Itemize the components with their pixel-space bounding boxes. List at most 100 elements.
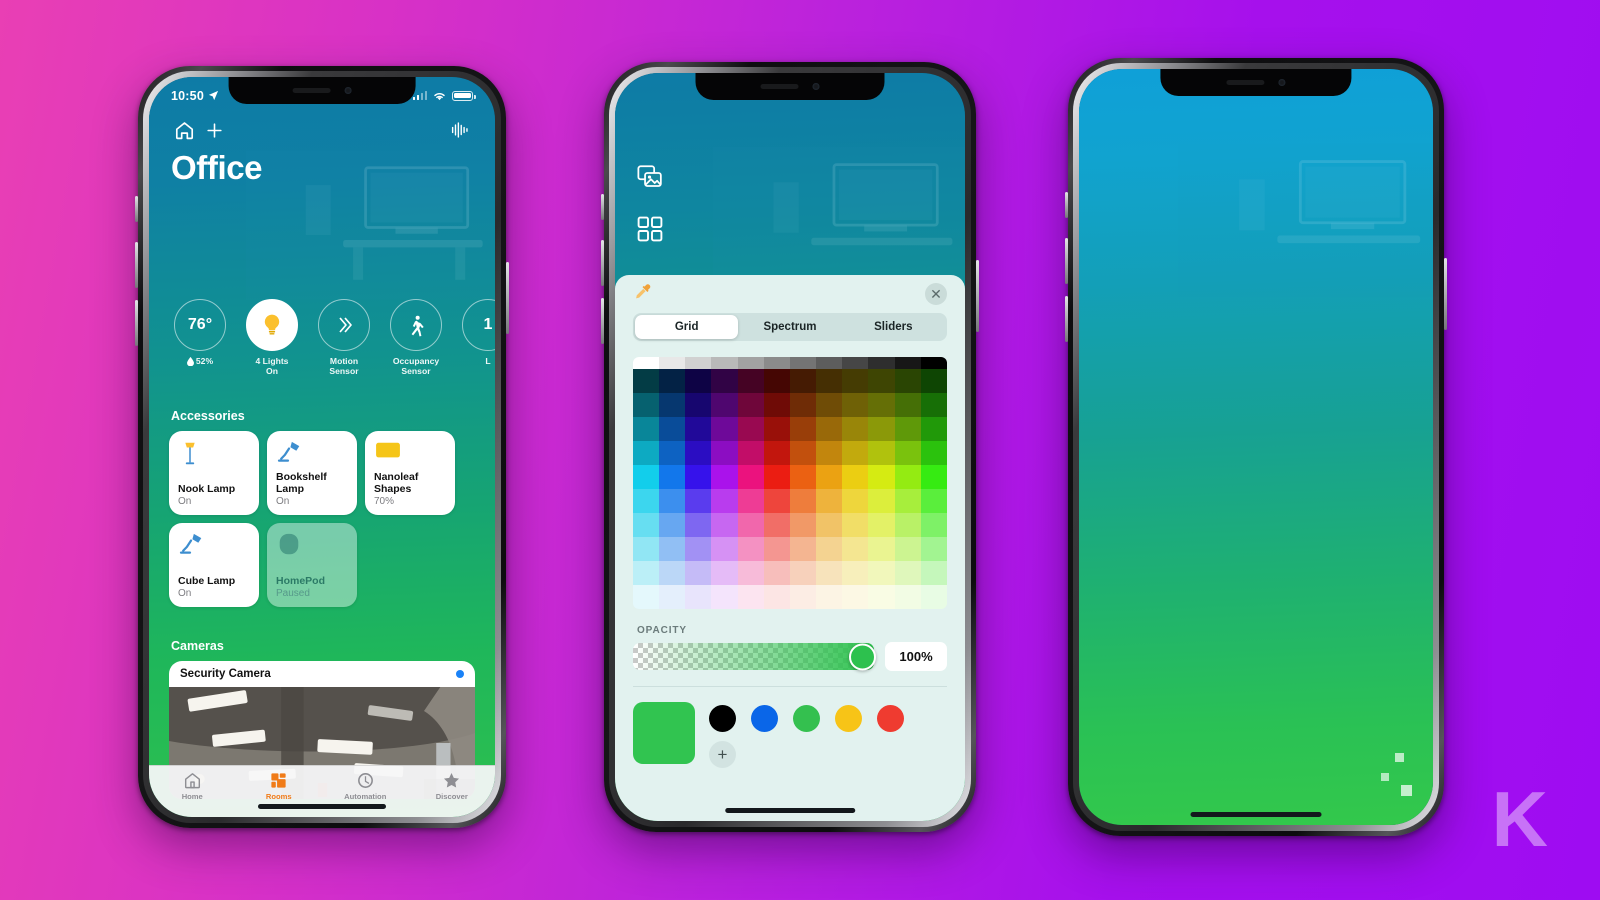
grid-color-cell[interactable]: [685, 513, 712, 537]
grid-color-cell[interactable]: [659, 465, 686, 489]
grid-color-cell[interactable]: [842, 489, 869, 513]
grid-color-cell[interactable]: [842, 585, 869, 609]
grid-color-cell[interactable]: [816, 537, 843, 561]
grid-color-cell[interactable]: [816, 369, 843, 393]
opacity-knob[interactable]: [849, 643, 876, 670]
selected-color-swatch[interactable]: [633, 702, 695, 764]
grid-color-cell[interactable]: [789, 561, 817, 585]
status-item-partial[interactable]: 1 L: [459, 299, 495, 376]
grid-color-cell[interactable]: [868, 393, 895, 417]
grid-color-cell[interactable]: [842, 537, 869, 561]
grid-color-cell[interactable]: [633, 585, 660, 609]
grid-color-cell[interactable]: [868, 417, 895, 441]
grid-color-cell[interactable]: [685, 585, 712, 609]
grid-color-cell[interactable]: [920, 513, 947, 537]
grid-color-cell[interactable]: [789, 417, 817, 441]
grid-color-cell[interactable]: [894, 585, 921, 609]
grid-color-cell[interactable]: [789, 465, 817, 489]
volume-up-button[interactable]: [1065, 238, 1068, 284]
grid-color-cell[interactable]: [894, 537, 921, 561]
volume-down-button[interactable]: [135, 300, 138, 346]
grid-color-cell[interactable]: [868, 489, 895, 513]
home-indicator[interactable]: [725, 808, 855, 813]
grid-color-cell[interactable]: [685, 489, 712, 513]
grid-color-cell[interactable]: [633, 561, 660, 585]
grid-color-cell[interactable]: [659, 489, 686, 513]
grid-color-cell[interactable]: [763, 489, 790, 513]
volume-down-button[interactable]: [601, 298, 604, 344]
grid-color-cell[interactable]: [763, 585, 790, 609]
grid-color-cell[interactable]: [685, 369, 712, 393]
grid-color-cell[interactable]: [633, 513, 660, 537]
grid-color-cell[interactable]: [894, 561, 921, 585]
eyedropper-icon[interactable]: [633, 282, 653, 307]
grid-color-cell[interactable]: [737, 537, 764, 561]
accessory-tile-nook-lamp[interactable]: Nook Lamp On: [169, 431, 259, 515]
grid-color-cell[interactable]: [737, 441, 764, 465]
plus-icon[interactable]: [199, 115, 229, 145]
swatch-red[interactable]: [877, 705, 904, 732]
tab-rooms[interactable]: Rooms: [236, 771, 323, 801]
grid-color-cell[interactable]: [633, 393, 660, 417]
grid-color-cell[interactable]: [763, 537, 790, 561]
grid-color-cell[interactable]: [816, 357, 843, 369]
grid-color-cell[interactable]: [789, 441, 817, 465]
grid-color-cell[interactable]: [685, 357, 712, 369]
grid-color-cell[interactable]: [633, 369, 660, 393]
grid-color-cell[interactable]: [842, 357, 869, 369]
power-button[interactable]: [1444, 258, 1447, 330]
mute-switch[interactable]: [601, 194, 604, 220]
grid-color-cell[interactable]: [685, 393, 712, 417]
grid-color-cell[interactable]: [920, 369, 947, 393]
accessory-tile-homepod[interactable]: HomePod Paused: [267, 523, 357, 607]
grid-color-cell[interactable]: [920, 357, 947, 369]
grid-color-cell[interactable]: [894, 513, 921, 537]
grid-color-cell[interactable]: [711, 537, 738, 561]
grid-color-cell[interactable]: [894, 357, 921, 369]
tab-spectrum[interactable]: Spectrum: [738, 315, 841, 339]
grid-color-cell[interactable]: [920, 585, 947, 609]
grid-color-cell[interactable]: [868, 441, 895, 465]
grid-color-cell[interactable]: [789, 513, 817, 537]
grid-color-cell[interactable]: [685, 465, 712, 489]
grid-color-cell[interactable]: [763, 441, 790, 465]
grid-color-cell[interactable]: [763, 417, 790, 441]
grid-color-cell[interactable]: [894, 489, 921, 513]
grid-color-cell[interactable]: [737, 465, 764, 489]
grid-color-cell[interactable]: [920, 561, 947, 585]
color-grid[interactable]: [633, 357, 947, 609]
grid-color-cell[interactable]: [763, 369, 790, 393]
grid-color-cell[interactable]: [711, 357, 738, 369]
grid-color-cell[interactable]: [659, 357, 686, 369]
status-item-occupancy-sensor[interactable]: Occupancy Sensor: [387, 299, 445, 376]
grid-color-cell[interactable]: [842, 441, 869, 465]
grid-color-cell[interactable]: [816, 561, 843, 585]
grid-color-cell[interactable]: [685, 537, 712, 561]
grid-color-cell[interactable]: [789, 357, 817, 369]
grid-color-cell[interactable]: [920, 537, 947, 561]
grid-color-cell[interactable]: [711, 513, 738, 537]
grid-color-cell[interactable]: [711, 441, 738, 465]
home-indicator[interactable]: [257, 804, 387, 809]
grid-color-cell[interactable]: [920, 465, 947, 489]
grid-color-cell[interactable]: [868, 561, 895, 585]
status-item-climate[interactable]: 76° 52%: [171, 299, 229, 376]
grid-color-cell[interactable]: [737, 369, 764, 393]
grid-color-cell[interactable]: [659, 393, 686, 417]
grid-color-cell[interactable]: [659, 417, 686, 441]
mute-switch[interactable]: [135, 196, 138, 222]
grid-color-cell[interactable]: [685, 441, 712, 465]
grid-color-cell[interactable]: [894, 441, 921, 465]
add-swatch-button[interactable]: +: [709, 741, 736, 768]
swatch-green[interactable]: [793, 705, 820, 732]
grid-color-cell[interactable]: [763, 513, 790, 537]
grid-color-cell[interactable]: [633, 417, 660, 441]
grid-color-cell[interactable]: [737, 417, 764, 441]
grid-color-cell[interactable]: [711, 417, 738, 441]
grid-color-cell[interactable]: [789, 489, 817, 513]
grid-color-cell[interactable]: [816, 417, 843, 441]
grid-color-cell[interactable]: [816, 513, 843, 537]
grid-color-cell[interactable]: [711, 561, 738, 585]
grid-color-cell[interactable]: [659, 513, 686, 537]
grid-color-cell[interactable]: [659, 369, 686, 393]
